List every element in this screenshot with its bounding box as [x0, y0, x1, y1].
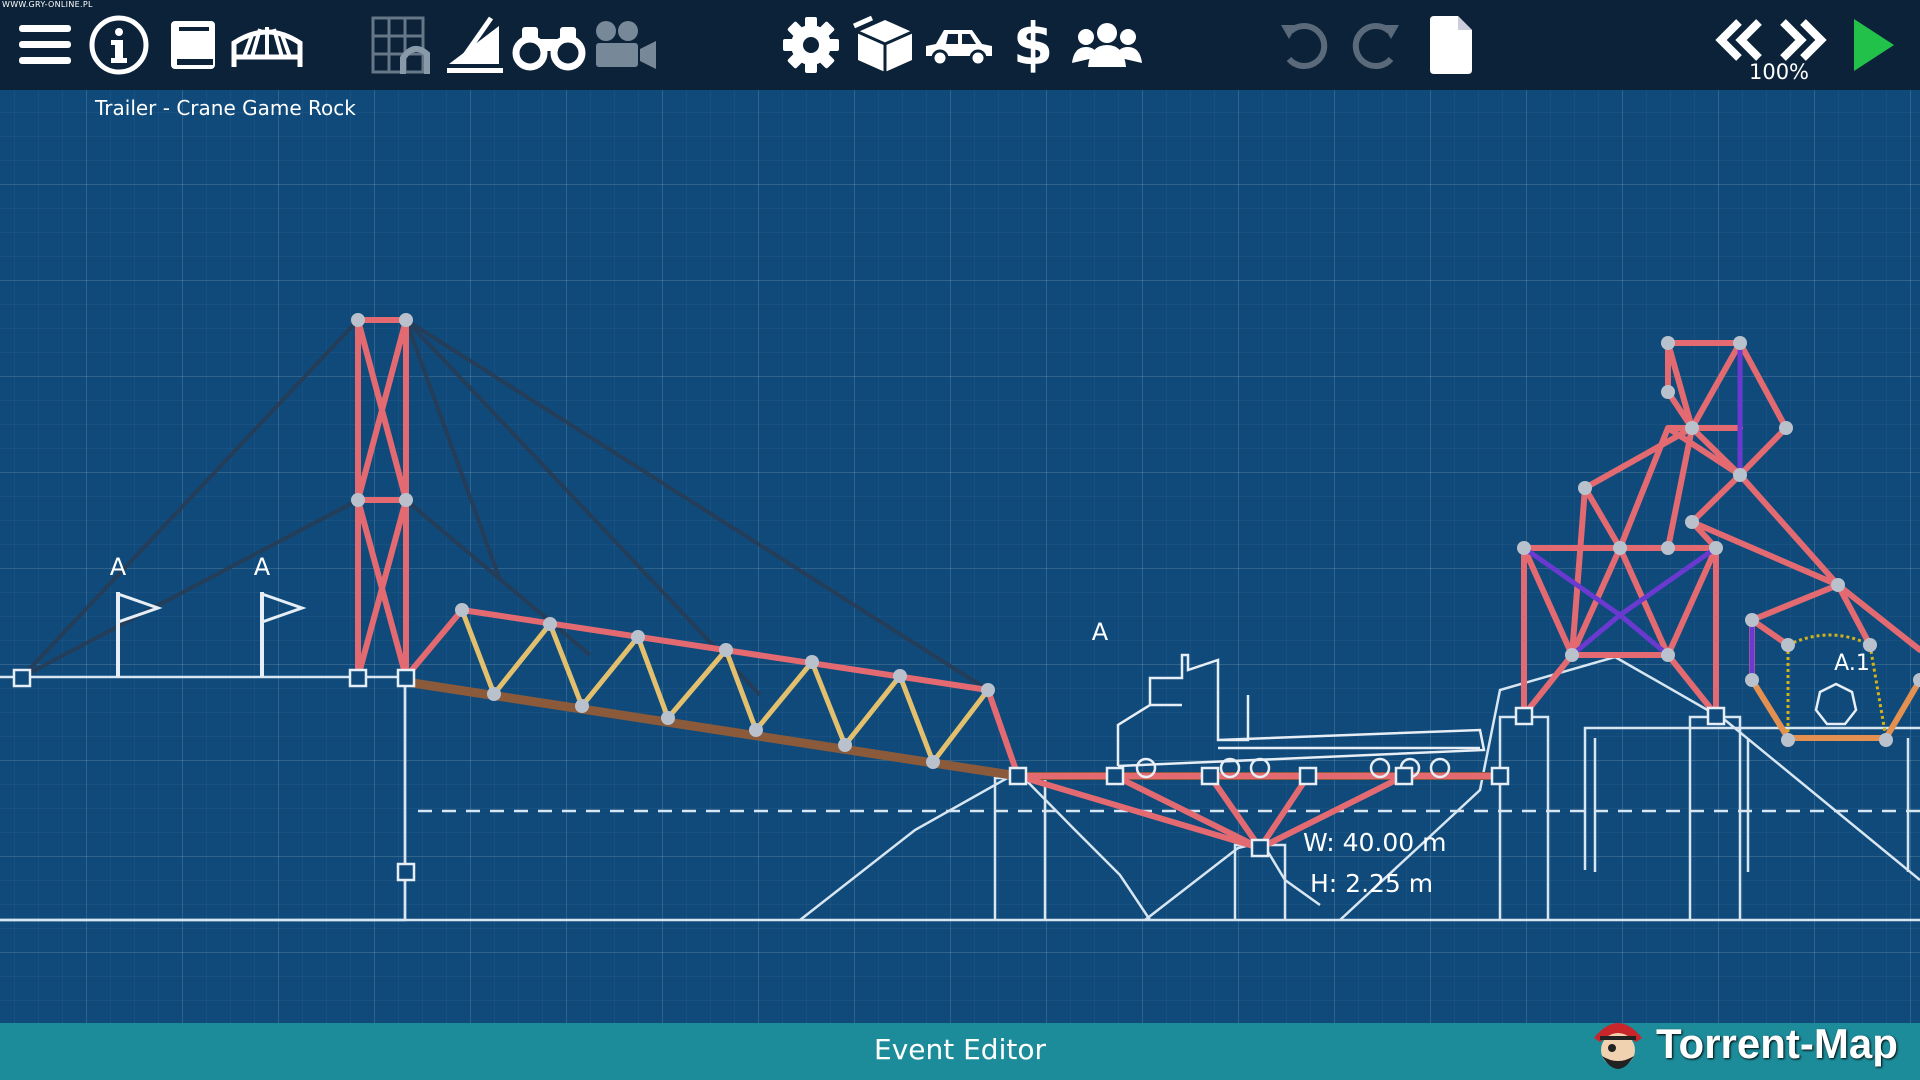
brand-name: Torrent-Map: [1656, 1020, 1898, 1067]
terrain-outline: [0, 655, 1920, 922]
anchor-label: A: [1092, 618, 1109, 646]
truss-joints[interactable]: [351, 313, 1920, 769]
width-readout: W: 40.00 m: [1303, 828, 1447, 857]
support-cables: [20, 318, 990, 697]
anchor-label: A: [254, 553, 271, 581]
crane-claw[interactable]: A.1: [1749, 633, 1920, 741]
flag-marker[interactable]: A: [110, 553, 163, 677]
anchor-label: A: [110, 553, 127, 581]
flag-marker[interactable]: A: [254, 553, 307, 677]
height-readout: H: 2.25 m: [1310, 869, 1433, 898]
bridge-scene[interactable]: A A A A.1 W: 40.00 m H: 2.25 m: [0, 0, 1920, 1023]
truck-outline[interactable]: [1116, 653, 1486, 779]
pirate-logo-icon: [1594, 1023, 1642, 1069]
brand-watermark: Torrent-Map: [1588, 1012, 1898, 1076]
anchor-label: A.1: [1834, 651, 1870, 676]
left-tower[interactable]: [355, 317, 409, 680]
